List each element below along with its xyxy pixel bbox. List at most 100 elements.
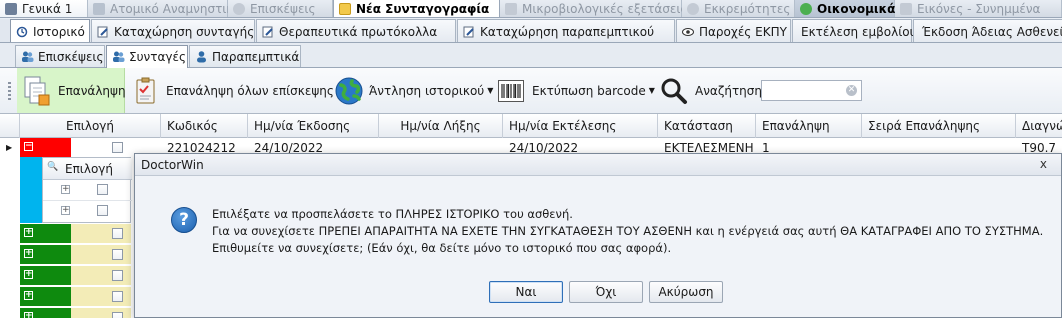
expand-icon[interactable]: +	[61, 185, 70, 194]
tab-images-attachments[interactable]: Εικόνες - Συνημμένα	[895, 0, 1062, 17]
search-button[interactable]: Αναζήτηση	[660, 68, 762, 113]
fetch-history-button[interactable]: Άντληση ιστορικού ▼	[334, 68, 494, 113]
select-checkbox[interactable]	[97, 184, 108, 195]
tab-history-visits[interactable]: Επισκέψεις	[15, 45, 105, 67]
dialog-title: DoctorWin	[141, 157, 204, 172]
detail-grid: 🔍 Επιλογή + +	[42, 157, 132, 223]
question-icon: ?	[171, 207, 197, 233]
search-icon	[661, 78, 687, 104]
col-select[interactable]: Επιλογή	[20, 114, 161, 138]
cancel-button[interactable]: Ακύρωση	[649, 281, 723, 303]
detail-strip	[20, 157, 42, 223]
toolbar-grip[interactable]	[8, 82, 11, 100]
row-status-color: +	[20, 266, 71, 285]
main-tab-bar: Γενικά 1 Ατομικό Αναμνηστικό Επισκέψεις …	[0, 0, 1062, 18]
dialog-titlebar: DoctorWin x	[135, 154, 1061, 176]
col-code[interactable]: Κωδικός	[161, 114, 248, 138]
current-row-arrow-icon: ▶	[6, 143, 13, 152]
select-checkbox[interactable]	[112, 249, 123, 260]
flask-icon	[505, 3, 517, 15]
image-icon	[900, 3, 912, 15]
tab-financials[interactable]: Οικονομικά	[795, 0, 895, 17]
expand-icon[interactable]: +	[24, 228, 33, 237]
select-checkbox[interactable]	[112, 142, 123, 153]
search-input[interactable]: ✕	[761, 80, 862, 101]
row-select-cell	[71, 308, 131, 318]
clear-search-icon[interactable]: ✕	[846, 85, 857, 96]
clipboard-check-icon	[136, 77, 155, 103]
repeat-button[interactable]: Επανάληψη	[17, 68, 126, 113]
col-issue-date[interactable]: Ημ/νία Έκδοσης	[248, 114, 379, 138]
message-line: Για να συνεχίσετε ΠΡΕΠΕΙ ΑΠΑΡΑΙΤΗΤΑ ΝΑ Ε…	[212, 224, 1044, 238]
row-select-cell	[71, 266, 131, 285]
row-status-color: +	[20, 224, 71, 243]
tab-history[interactable]: Ιστορικό	[10, 19, 90, 42]
message-line: Επιλέξατε να προσπελάσετε το ΠΛΗΡΕΣ ΙΣΤΟ…	[212, 207, 573, 221]
expand-icon[interactable]: +	[24, 270, 33, 279]
edit-icon	[463, 26, 474, 38]
col-expiry-date[interactable]: Ημ/νία Λήξης	[379, 114, 503, 138]
no-button[interactable]: Όχι	[569, 281, 643, 303]
tab-pending[interactable]: Εκκρεμότητες	[682, 0, 795, 17]
col-status[interactable]: Κατάσταση	[658, 114, 756, 138]
user-icon	[197, 51, 206, 63]
expand-icon[interactable]: +	[24, 249, 33, 258]
tab-sick-leave[interactable]: Έκδοση Άδειας Ασθενεία	[913, 19, 1062, 42]
row-select-cell	[71, 287, 131, 306]
tab-history-referrals[interactable]: Παραπεμπτικά	[189, 45, 301, 67]
tab-visits[interactable]: Επισκέψεις	[228, 0, 333, 17]
tab-prescription-entry[interactable]: Καταχώρηση συνταγής	[91, 19, 255, 42]
row-status-color: +	[20, 308, 71, 318]
toolbar: Επανάληψη Επανάληψη όλων επίσκεψης Άντλη…	[0, 68, 1062, 114]
yes-button[interactable]: Ναι	[489, 281, 563, 303]
col-repeat[interactable]: Επανάληψη	[756, 114, 862, 138]
clock-icon	[687, 3, 699, 15]
tab-general-1[interactable]: Γενικά 1	[0, 0, 88, 17]
barcode-icon	[498, 79, 524, 102]
edit-icon	[262, 26, 273, 38]
stethoscope-icon	[233, 3, 245, 15]
col-repeat-series[interactable]: Σειρά Επανάληψης	[862, 114, 1016, 138]
dropdown-arrow-icon: ▼	[487, 86, 494, 95]
detail-row[interactable]: +	[43, 201, 132, 222]
row-status-color: +	[20, 245, 71, 264]
tab-new-prescription[interactable]: Νέα Συνταγογραφία	[333, 0, 500, 17]
globe-icon	[335, 77, 363, 104]
select-checkbox[interactable]	[112, 270, 123, 281]
eye-icon	[682, 28, 694, 36]
history-tab-bar: Επισκέψεις Συνταγές Παραπεμπτικά	[0, 43, 1062, 68]
dialog-message: Επιλέξατε να προσπελάσετε το ΠΛΗΡΕΣ ΙΣΤΟ…	[212, 206, 1043, 257]
col-execution-date[interactable]: Ημ/νία Εκτέλεσης	[503, 114, 658, 138]
col-diagnosis[interactable]: Διαγνώ	[1016, 114, 1062, 138]
expand-icon[interactable]: +	[24, 312, 33, 318]
close-icon[interactable]: x	[1040, 157, 1047, 171]
expand-icon[interactable]: +	[24, 291, 33, 300]
detail-row[interactable]: +	[43, 180, 132, 201]
print-barcode-button[interactable]: Εκτύπωση barcode ▼	[498, 68, 655, 113]
tab-referral-entry[interactable]: Καταχώρηση παραπεμπτικού	[457, 19, 675, 42]
collapse-icon[interactable]: −	[24, 142, 33, 151]
row-indicator-header	[0, 114, 20, 138]
filter-icon[interactable]: 🔍	[47, 162, 58, 172]
tab-microbiology[interactable]: Μικροβιολογικές εξετάσεις	[500, 0, 688, 17]
detail-header: 🔍 Επιλογή	[43, 158, 132, 180]
select-checkbox[interactable]	[97, 205, 108, 216]
select-checkbox[interactable]	[112, 228, 123, 239]
tab-vaccine-execution[interactable]: Εκτέλεση εμβολίου	[792, 19, 917, 42]
edit-icon	[97, 26, 108, 38]
book-icon	[93, 3, 105, 15]
message-line: Επιθυμείτε να συνεχίσετε; (Εάν όχι, θα δ…	[212, 241, 672, 255]
row-select-cell	[71, 224, 131, 243]
tab-therapeutic-protocols[interactable]: Θεραπευτικά πρωτόκολλα	[256, 19, 456, 42]
users-icon	[113, 51, 125, 62]
tab-personal-history[interactable]: Ατομικό Αναμνηστικό	[88, 0, 241, 17]
row-select-cell	[71, 245, 131, 264]
expand-icon[interactable]: +	[61, 206, 70, 215]
repeat-all-visit-button[interactable]: Επανάληψη όλων επίσκεψης	[134, 68, 334, 113]
select-checkbox[interactable]	[112, 312, 123, 318]
tab-history-prescriptions[interactable]: Συνταγές	[106, 45, 188, 68]
users-icon	[22, 51, 34, 62]
prescription-tab-bar: Ιστορικό Καταχώρηση συνταγής Θεραπευτικά…	[0, 19, 1062, 43]
select-checkbox[interactable]	[112, 291, 123, 302]
tab-ekpy-benefits[interactable]: Παροχές ΕΚΠΥ	[676, 19, 791, 42]
